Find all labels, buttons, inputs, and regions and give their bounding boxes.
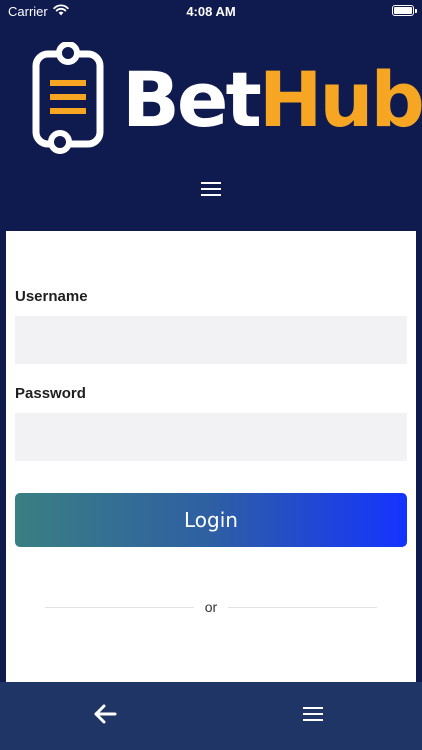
divider-right bbox=[228, 607, 377, 608]
username-input[interactable] bbox=[15, 316, 407, 364]
status-bar: Carrier 4:08 AM bbox=[0, 0, 422, 22]
login-card: Username Password Login or bbox=[6, 231, 416, 682]
header-menu-button[interactable] bbox=[196, 177, 226, 205]
clipboard-logo-icon bbox=[30, 40, 110, 159]
logo-bet: Bet bbox=[122, 55, 262, 144]
back-button[interactable] bbox=[90, 702, 120, 730]
divider-text: or bbox=[204, 599, 218, 615]
bottom-navigation bbox=[0, 682, 422, 750]
bethub-logo: BetHub bbox=[30, 40, 422, 159]
password-label: Password bbox=[15, 385, 86, 402]
login-button[interactable]: Login bbox=[15, 493, 407, 547]
password-input[interactable] bbox=[15, 413, 407, 461]
divider-left bbox=[45, 607, 194, 608]
username-label: Username bbox=[15, 288, 88, 305]
battery-icon bbox=[392, 5, 417, 16]
hamburger-icon bbox=[201, 181, 221, 201]
logo-hub: Hub bbox=[258, 55, 422, 144]
status-time: 4:08 AM bbox=[186, 4, 236, 19]
hamburger-icon bbox=[303, 706, 323, 726]
bottom-menu-button[interactable] bbox=[298, 702, 328, 730]
arrow-left-icon bbox=[93, 704, 117, 729]
logo-wordmark: BetHub bbox=[122, 62, 422, 138]
app-header: BetHub bbox=[0, 22, 422, 230]
